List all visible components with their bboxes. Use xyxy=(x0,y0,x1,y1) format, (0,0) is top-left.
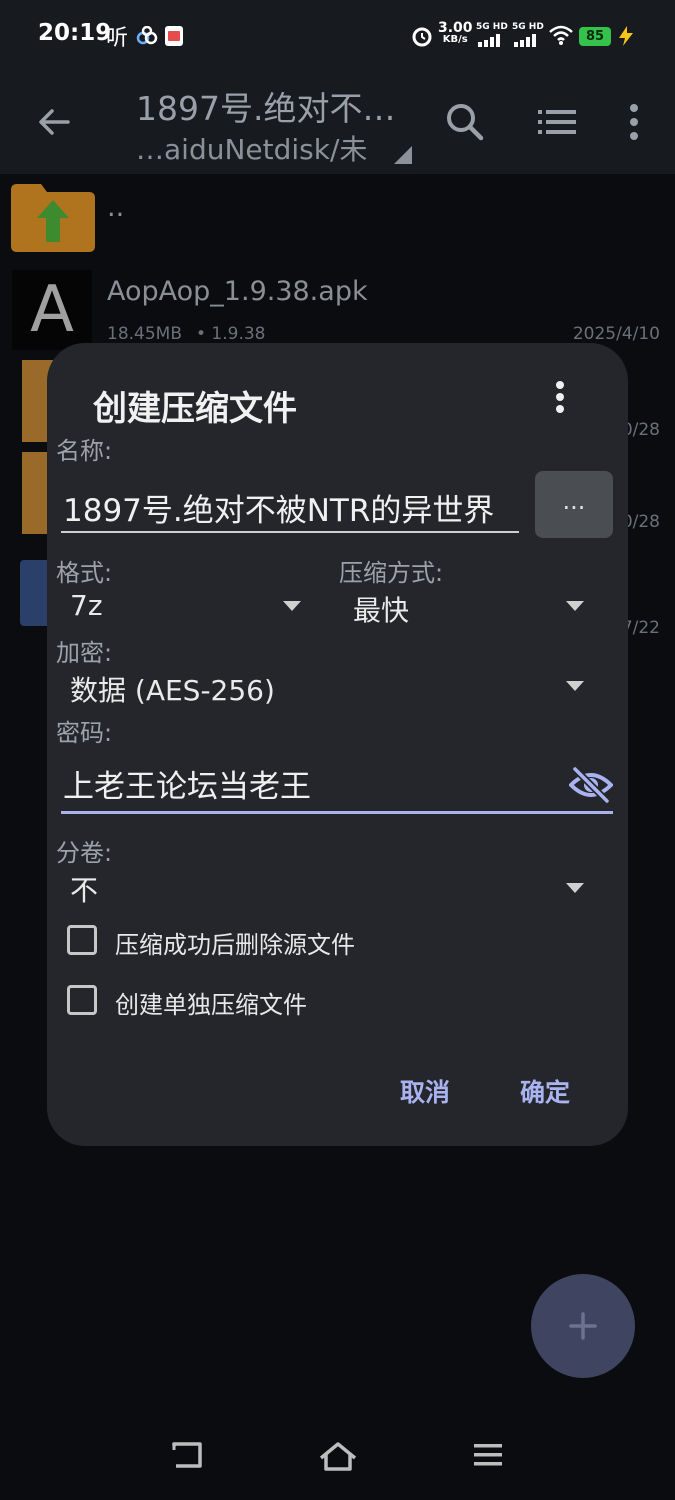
method-dropdown-icon[interactable] xyxy=(566,601,584,611)
file-name: .. xyxy=(107,192,125,223)
name-label: 名称: xyxy=(56,437,113,465)
separate-archive-checkbox[interactable] xyxy=(67,985,97,1015)
split-select[interactable]: 不 xyxy=(70,869,98,909)
archive-name-input[interactable]: 1897号.绝对不被NTR的异世界 xyxy=(61,481,519,533)
password-value: 上老王论坛当老王 xyxy=(63,769,311,805)
format-dropdown-icon[interactable] xyxy=(283,601,301,611)
dialog-title: 创建压缩文件 xyxy=(93,389,297,429)
signal-1: 5G HD xyxy=(476,22,508,51)
method-label: 压缩方式: xyxy=(339,559,444,587)
format-label: 格式: xyxy=(56,559,113,587)
app-icon xyxy=(165,26,183,46)
ok-button[interactable]: 确定 xyxy=(520,1073,570,1109)
apk-icon: A xyxy=(12,270,92,350)
more-vert-icon[interactable] xyxy=(610,98,658,146)
battery-icon: 85 xyxy=(579,27,611,46)
cancel-button[interactable]: 取消 xyxy=(400,1073,450,1109)
password-label: 密码: xyxy=(56,719,113,747)
plus-icon xyxy=(569,1312,597,1340)
format-select[interactable]: 7z xyxy=(70,589,103,622)
status-bar: 20:19 听 3.00 KB/s 5G HD 5G HD 85 xyxy=(0,0,675,72)
path-dropdown-icon[interactable] xyxy=(394,146,412,164)
wifi-icon xyxy=(549,25,573,45)
delete-source-label[interactable]: 压缩成功后删除源文件 xyxy=(115,925,355,960)
method-select[interactable]: 最快 xyxy=(353,589,409,629)
back-nav-icon[interactable] xyxy=(170,1440,206,1472)
split-label: 分卷: xyxy=(56,839,113,867)
file-name: AopAop_1.9.38.apk xyxy=(107,276,368,307)
page-title: 1897号.绝对不… xyxy=(136,89,396,128)
net-speed: 3.00 KB/s xyxy=(438,20,473,45)
password-input[interactable]: 上老王论坛当老王 xyxy=(61,755,613,814)
listen-indicator: 听 xyxy=(106,26,129,51)
status-time: 20:19 xyxy=(38,20,112,46)
encrypt-label: 加密: xyxy=(56,639,113,667)
search-icon[interactable] xyxy=(441,98,489,146)
back-arrow-icon[interactable] xyxy=(34,102,74,142)
parent-folder-icon xyxy=(11,184,95,252)
path-breadcrumb[interactable]: …aiduNetdisk/未 xyxy=(136,128,367,168)
delete-source-checkbox[interactable] xyxy=(67,925,97,955)
add-fab[interactable] xyxy=(531,1274,635,1378)
baidu-netdisk-icon xyxy=(136,26,158,45)
encrypt-dropdown-icon[interactable] xyxy=(566,681,584,691)
list-item[interactable]: .. xyxy=(0,174,675,264)
browse-button[interactable]: ... xyxy=(535,471,613,538)
home-nav-icon[interactable] xyxy=(318,1440,358,1472)
menu-nav-icon[interactable] xyxy=(472,1440,504,1470)
nav-bar xyxy=(0,1404,675,1500)
charging-icon xyxy=(619,26,633,46)
list-item[interactable]: A AopAop_1.9.38.apk 18.45MB • 1.9.38 202… xyxy=(0,268,675,354)
list-view-icon[interactable] xyxy=(533,98,581,146)
visibility-off-icon[interactable] xyxy=(569,765,613,805)
file-date: 2025/4/10 xyxy=(572,324,660,344)
signal-bars-icon xyxy=(514,34,536,47)
separate-archive-label[interactable]: 创建单独压缩文件 xyxy=(115,985,307,1020)
archive-name-value: 1897号.绝对不被NTR的异世界 xyxy=(63,493,495,529)
split-dropdown-icon[interactable] xyxy=(566,883,584,893)
create-archive-dialog: 创建压缩文件 名称: 1897号.绝对不被NTR的异世界 ... 格式: 7z … xyxy=(47,343,628,1146)
alarm-icon xyxy=(412,27,432,47)
signal-bars-icon xyxy=(478,34,500,47)
file-version: • 1.9.38 xyxy=(196,324,266,344)
file-size: 18.45MB xyxy=(107,324,182,344)
app-bar: 1897号.绝对不… …aiduNetdisk/未 xyxy=(0,72,675,174)
more-vert-icon[interactable] xyxy=(545,377,575,417)
encrypt-select[interactable]: 数据 (AES-256) xyxy=(70,669,275,709)
signal-2: 5G HD xyxy=(512,22,544,51)
